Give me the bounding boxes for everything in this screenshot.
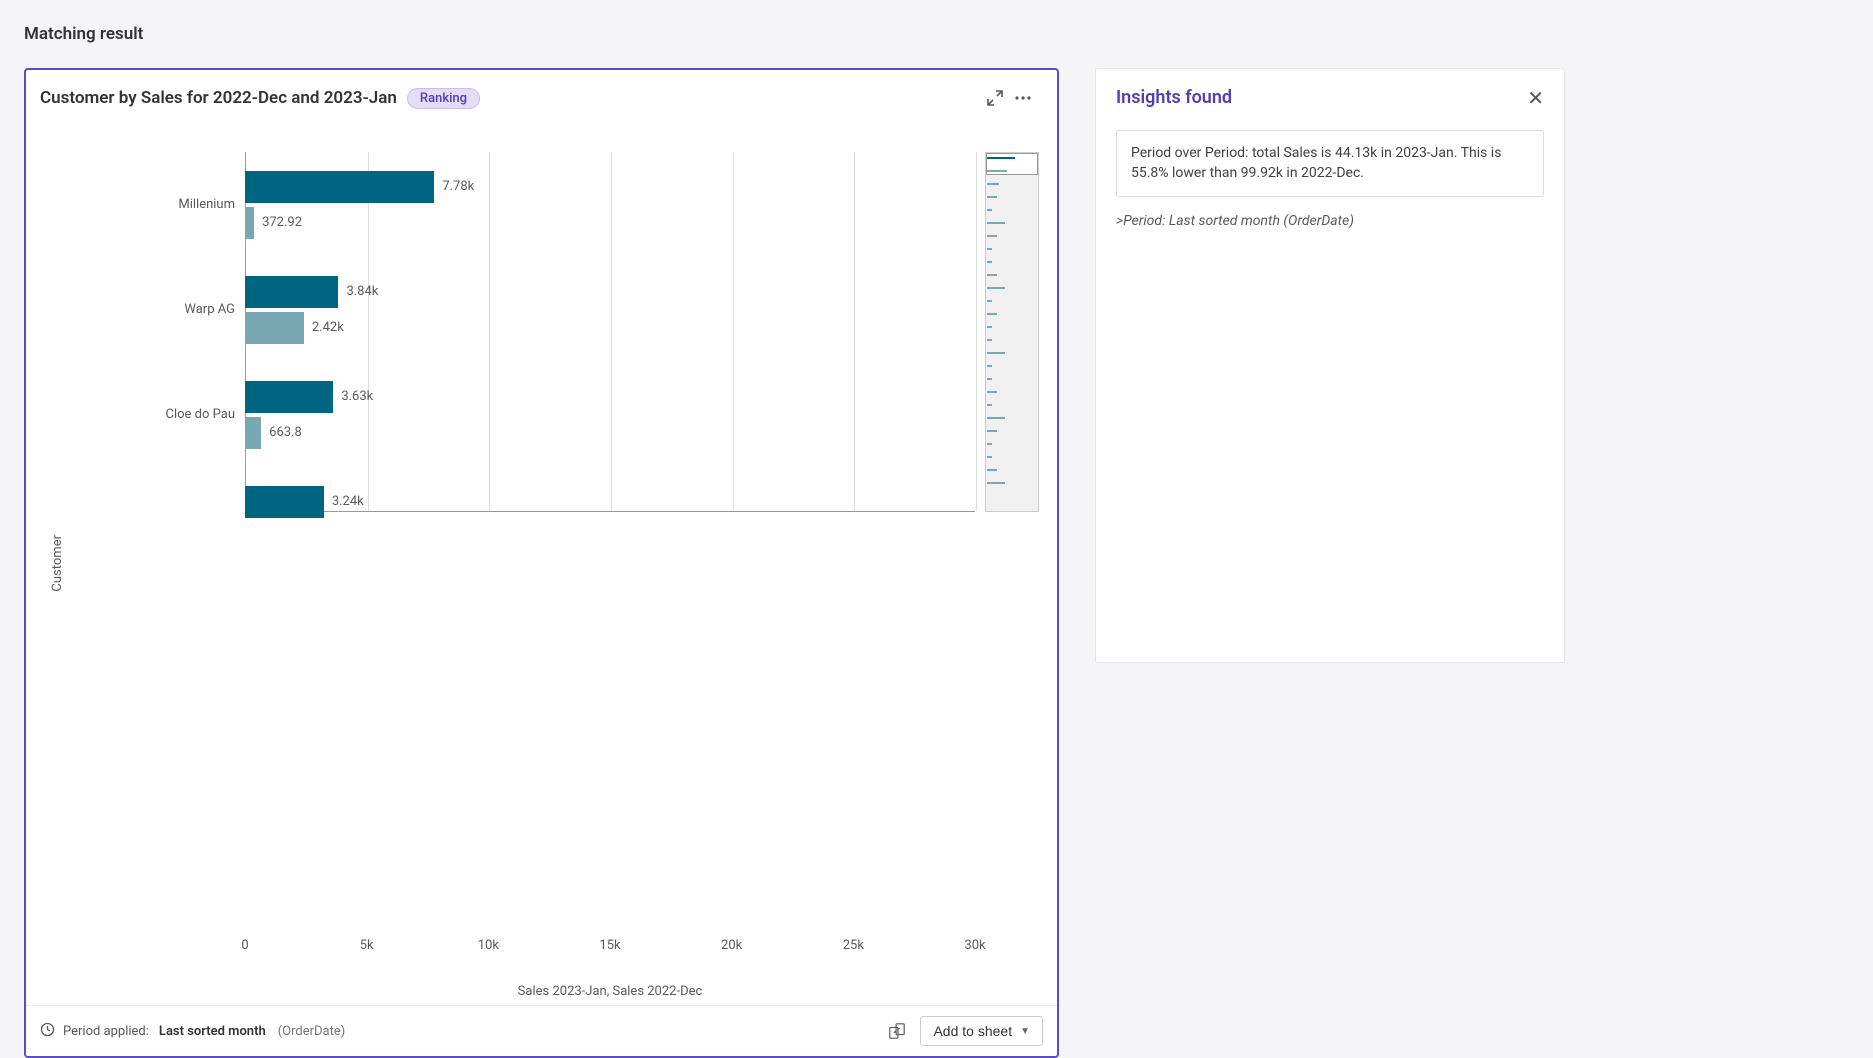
category-label: Millenium [65,152,245,257]
chevron-down-icon: ▼ [1020,1026,1030,1037]
card-footer: Period applied: Last sorted month (Order… [26,1005,1057,1056]
category-label: Cloe do Pau [65,362,245,467]
insights-panel: Insights found ✕ Period over Period: tot… [1095,68,1565,663]
minimap-stub [987,443,992,445]
bar[interactable] [245,381,333,413]
bar-value-label: 3.24k [332,494,364,509]
minimap-stub [987,352,1005,354]
minimap-stub [987,183,999,185]
category-label: Warp AG [65,257,245,362]
insight-card: Period over Period: total Sales is 44.13… [1116,130,1544,197]
minimap-stub [987,391,997,393]
minimap-stub [987,170,1007,172]
bar[interactable] [245,312,304,344]
x-tick: 15k [599,938,620,953]
minimap-stub [987,313,997,315]
minimap-stub [987,404,992,406]
chart-area: Customer Millenium Warp AG Cloe do Pau 7… [26,118,1057,1005]
minimap-stub [987,300,992,302]
chart-card: Customer by Sales for 2022-Dec and 2023-… [24,68,1059,1058]
close-icon[interactable]: ✕ [1527,88,1544,108]
add-to-sheet-label: Add to sheet [933,1023,1012,1039]
minimap-stub [987,287,1005,289]
minimap-stub [987,209,992,211]
minimap-stub [987,222,1005,224]
x-tick: 5k [360,938,374,953]
x-tick: 0 [241,938,248,953]
minimap-stub [987,456,992,458]
x-tick: 10k [478,938,499,953]
minimap-stub [987,326,992,328]
period-value: Last sorted month [159,1024,266,1039]
bar[interactable] [245,171,434,203]
bar[interactable] [245,417,261,449]
minimap-stub [987,417,1005,419]
insights-title: Insights found [1116,87,1232,108]
x-tick: 25k [843,938,864,953]
minimap-stub [987,365,992,367]
bar[interactable] [245,207,254,239]
bar-value-label: 7.78k [442,179,474,194]
period-suffix: (OrderDate) [278,1024,346,1039]
bar-value-label: 2.42k [312,320,344,335]
minimap-stub [987,196,997,198]
chart-title: Customer by Sales for 2022-Dec and 2023-… [40,88,397,108]
minimap-stub [987,339,992,341]
minimap-stub [987,430,997,432]
x-tick: 20k [721,938,742,953]
bar-value-label: 663.8 [269,425,302,440]
bar[interactable] [245,486,324,518]
plot-area[interactable]: 7.78k372.923.84k2.42k3.63k663.83.24k 05k… [245,128,975,999]
minimap-stub [987,235,997,237]
card-header: Customer by Sales for 2022-Dec and 2023-… [26,70,1057,118]
minimap-stub [987,248,992,250]
minimap-stub [987,378,992,380]
explore-icon[interactable] [882,1016,912,1046]
category-label [65,467,245,572]
period-label: Period applied: [63,1024,149,1039]
expand-icon[interactable] [981,84,1009,112]
x-tick: 30k [964,938,985,953]
bar-value-label: 3.63k [341,389,373,404]
bar[interactable] [245,276,338,308]
minimap-stub [987,274,997,276]
minimap-stub [987,482,1005,484]
insight-note: >Period: Last sorted month (OrderDate) [1116,213,1544,229]
page-title: Matching result [24,24,1849,44]
x-axis: 05k10k15k20k25k30k [245,932,975,956]
add-to-sheet-button[interactable]: Add to sheet ▼ [920,1016,1043,1046]
more-icon[interactable] [1009,84,1037,112]
minimap-stub [987,261,992,263]
minimap-stub [987,469,997,471]
minimap[interactable] [985,128,1039,999]
y-axis-label: Customer [44,535,65,592]
bar-value-label: 372.92 [262,215,302,230]
x-axis-label: Sales 2023-Jan, Sales 2022-Dec [245,984,975,999]
y-axis-categories: Millenium Warp AG Cloe do Pau [65,128,245,999]
clock-icon [40,1022,55,1041]
ranking-badge: Ranking [407,88,480,109]
bar-value-label: 3.84k [346,284,378,299]
minimap-stub [987,157,1015,159]
